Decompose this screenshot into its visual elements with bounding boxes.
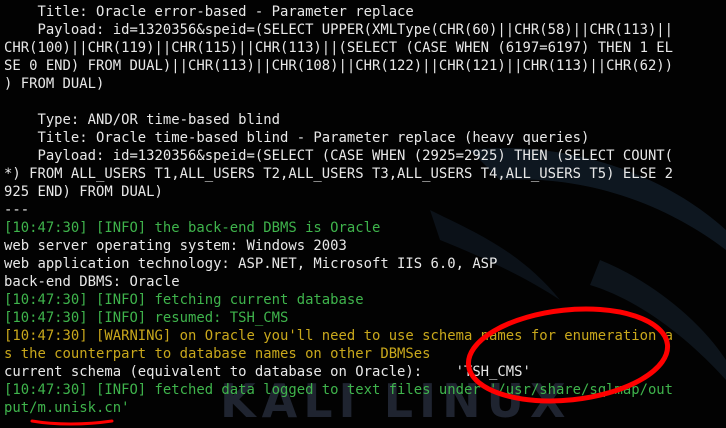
terminal-line: [10:47:30] [INFO] fetched data logged to… <box>4 382 674 398</box>
terminal-line: [10:47:30] [INFO] the back-end DBMS is O… <box>4 220 381 236</box>
terminal-line: [10:47:30] [INFO] fetching current datab… <box>4 292 364 308</box>
terminal-line: Type: AND/OR time-based blind <box>4 112 280 128</box>
terminal-line: SE 0 END) FROM DUAL)||CHR(113)||CHR(108)… <box>4 58 674 74</box>
terminal-window[interactable]: KALI LINUX Title: Oracle error-based - P… <box>0 0 726 428</box>
terminal-line: 925 END) FROM DUAL) <box>4 184 163 200</box>
terminal-line: Payload: id=1320356&speid=(SELECT (CASE … <box>4 148 674 164</box>
terminal-line: [10:47:30] [INFO] resumed: TSH_CMS <box>4 310 289 326</box>
terminal-output: Title: Oracle error-based - Parameter re… <box>4 3 726 417</box>
terminal-line: web server operating system: Windows 200… <box>4 238 347 254</box>
terminal-line: *) FROM ALL_USERS T1,ALL_USERS T2,ALL_US… <box>4 166 674 182</box>
terminal-line: CHR(100)||CHR(119)||CHR(115)||CHR(113)||… <box>4 40 674 56</box>
terminal-line: Title: Oracle time-based blind - Paramet… <box>4 130 590 146</box>
terminal-line: put/m.unisk.cn' <box>4 400 130 416</box>
terminal-line: back-end DBMS: Oracle <box>4 274 180 290</box>
terminal-line: Payload: id=1320356&speid=(SELECT UPPER(… <box>4 22 674 38</box>
terminal-line: s the counterpart to database names on o… <box>4 346 431 362</box>
terminal-line: ) FROM DUAL) <box>4 76 105 92</box>
terminal-line: [10:47:30] [WARNING] on Oracle you'll ne… <box>4 328 674 344</box>
terminal-line: Title: Oracle error-based - Parameter re… <box>4 4 414 20</box>
terminal-line: --- <box>4 202 30 218</box>
terminal-line: web application technology: ASP.NET, Mic… <box>4 256 498 272</box>
terminal-line: current schema (equivalent to database o… <box>4 364 531 380</box>
red-underline-annotation <box>30 419 114 426</box>
